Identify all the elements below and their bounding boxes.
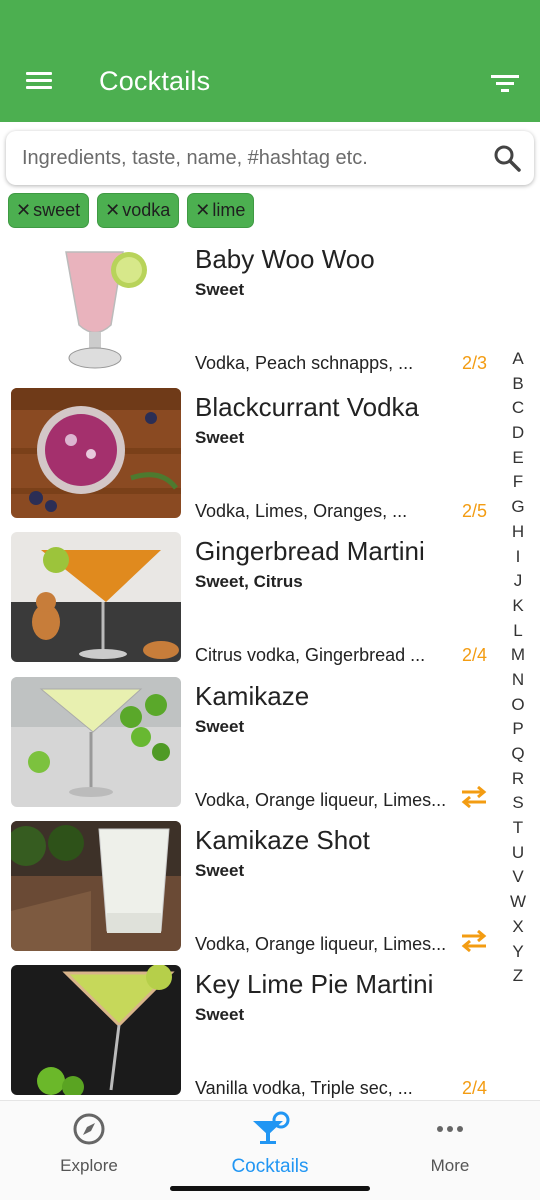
search-input[interactable] [22,139,462,177]
list-item[interactable]: Blackcurrant Vodka Sweet Vodka, Limes, O… [0,388,500,523]
cocktail-image [11,532,181,662]
search-icon[interactable] [492,143,522,173]
cocktail-name: Kamikaze [195,681,310,711]
index-letter[interactable]: K [512,594,523,619]
filter-icon[interactable] [488,70,522,98]
index-letter[interactable]: F [513,470,523,495]
cocktail-ingredients: Vanilla vodka, Triple sec, ... [195,1078,413,1098]
chip-vodka[interactable]: ✕ vodka [97,193,180,228]
cocktail-list[interactable]: Baby Woo Woo Sweet Vodka, Peach schnapps… [0,240,500,1100]
index-letter[interactable]: B [512,372,523,397]
more-icon [437,1126,463,1132]
index-letter[interactable]: O [511,693,524,718]
cocktail-taste: Sweet [195,717,245,736]
index-letter[interactable]: A [512,347,523,372]
cocktail-taste: Sweet [195,280,245,299]
cocktail-taste: Sweet [195,861,245,880]
search-bar [6,131,534,185]
match-count: 2/5 [461,501,487,521]
cocktail-taste: Sweet [195,1005,245,1024]
nav-explore[interactable]: Explore [29,1111,149,1176]
cocktail-name: Gingerbread Martini [195,536,425,566]
chip-label: vodka [122,200,171,220]
swap-icon [461,929,487,953]
index-letter[interactable]: L [513,619,522,644]
index-letter[interactable]: P [512,717,523,742]
cocktail-image [11,240,181,370]
home-indicator [170,1186,370,1191]
index-letter[interactable]: I [516,545,521,570]
nav-cocktails[interactable]: Cocktails [210,1111,330,1178]
index-letter[interactable]: M [511,643,525,668]
cocktail-image [11,388,181,518]
nav-more[interactable]: More [390,1111,510,1176]
remove-icon[interactable]: ✕ [195,200,210,221]
cocktail-name: Key Lime Pie Martini [195,969,434,999]
index-letter[interactable]: Y [512,940,523,965]
match-count: 2/3 [461,353,487,373]
nav-label: More [430,1156,470,1175]
cocktail-ingredients: Vodka, Orange liqueur, Limes... [195,934,447,954]
index-letter[interactable]: Q [511,742,524,767]
index-letter[interactable]: H [512,520,524,545]
cocktail-ingredients: Vodka, Orange liqueur, Limes... [195,790,447,810]
index-letter[interactable]: Z [513,964,523,989]
cocktail-name: Baby Woo Woo [195,244,375,274]
index-letter[interactable]: G [511,495,524,520]
index-letter[interactable]: J [514,569,523,594]
compass-icon [73,1113,105,1145]
cocktail-taste: Sweet [195,428,245,447]
match-count: 2/4 [461,1078,487,1098]
index-letter[interactable]: S [512,791,523,816]
match-count: 2/4 [461,645,487,665]
index-letter[interactable]: R [512,767,524,792]
list-item[interactable]: Key Lime Pie Martini Sweet Vanilla vodka… [0,965,500,1100]
list-item[interactable]: Kamikaze Shot Sweet Vodka, Orange liqueu… [0,821,500,956]
cocktail-image [11,965,181,1095]
page-title: Cocktails [99,66,211,96]
cocktail-name: Kamikaze Shot [195,825,370,855]
cocktail-taste: Sweet, Citrus [195,572,303,591]
list-item[interactable]: Baby Woo Woo Sweet Vodka, Peach schnapps… [0,240,500,375]
index-letter[interactable]: N [512,668,524,693]
index-letter[interactable]: E [512,446,523,471]
bottom-navigation: Explore Cocktails More [0,1100,540,1200]
remove-icon[interactable]: ✕ [16,200,31,221]
cocktail-ingredients: Citrus vodka, Gingerbread ... [195,645,426,665]
index-letter[interactable]: C [512,396,524,421]
list-item[interactable]: Gingerbread Martini Sweet, Citrus Citrus… [0,532,500,667]
index-letter[interactable]: V [512,865,523,890]
nav-label: Cocktails [231,1156,309,1177]
cocktail-name: Blackcurrant Vodka [195,392,420,422]
chip-label: lime [212,200,246,220]
chip-lime[interactable]: ✕ lime [187,193,255,228]
index-letter[interactable]: U [512,841,524,866]
chip-label: sweet [33,200,81,220]
index-letter[interactable]: D [512,421,524,446]
index-letter[interactable]: W [510,890,526,915]
menu-icon[interactable] [22,68,56,98]
list-item[interactable]: Kamikaze Sweet Vodka, Orange liqueur, Li… [0,677,500,812]
cocktail-image [11,677,181,807]
index-letter[interactable]: T [513,816,523,841]
remove-icon[interactable]: ✕ [105,200,120,221]
cocktail-ingredients: Vodka, Limes, Oranges, ... [195,501,408,521]
alphabet-index[interactable]: A B C D E F G H I J K L M N O P Q R S T … [510,347,526,989]
cocktail-glass-icon [253,1111,290,1144]
filter-chips: ✕ sweet ✕ vodka ✕ lime [8,193,255,229]
swap-icon [461,785,487,809]
index-letter[interactable]: X [512,915,523,940]
cocktail-ingredients: Vodka, Peach schnapps, ... [195,353,414,373]
app-bar: Cocktails [0,0,540,122]
cocktail-image [11,821,181,951]
chip-sweet[interactable]: ✕ sweet [8,193,90,228]
nav-label: Explore [60,1156,118,1175]
